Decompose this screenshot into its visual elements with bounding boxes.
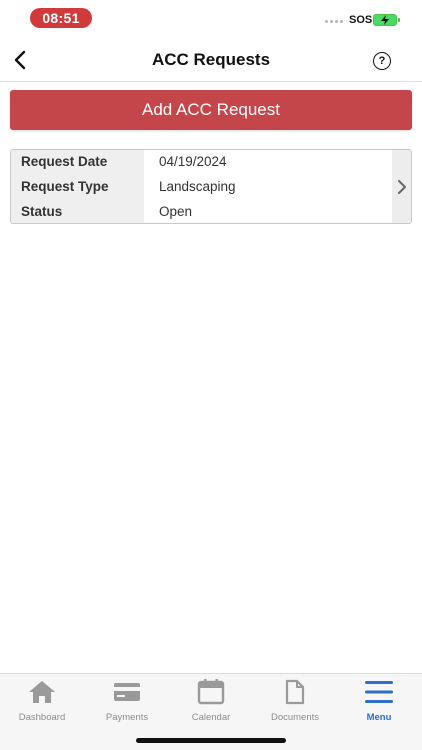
request-date-label: Request Date xyxy=(21,154,108,169)
add-acc-request-button[interactable]: Add ACC Request xyxy=(10,90,412,130)
open-request-chevron[interactable] xyxy=(392,150,411,223)
tab-label: Menu xyxy=(366,712,392,723)
request-date-value: 04/19/2024 xyxy=(159,154,227,169)
tab-payments[interactable]: Payments xyxy=(85,678,169,723)
tab-label: Payments xyxy=(105,712,149,723)
document-icon xyxy=(253,678,337,706)
tab-menu[interactable]: Menu xyxy=(337,678,421,723)
home-indicator[interactable] xyxy=(136,738,286,743)
page-title: ACC Requests xyxy=(151,50,271,69)
menu-icon xyxy=(337,678,421,706)
status-label: Status xyxy=(21,204,63,219)
request-type-label: Request Type xyxy=(21,179,109,194)
help-button[interactable]: ? xyxy=(373,52,391,70)
home-icon xyxy=(0,678,84,706)
tab-dashboard[interactable]: Dashboard xyxy=(0,678,84,723)
tab-documents[interactable]: Documents xyxy=(253,678,337,723)
tab-label: Dashboard xyxy=(18,712,66,723)
battery-charging-icon xyxy=(373,14,400,26)
navigation-bar: ACC Requests ? xyxy=(0,38,422,82)
calendar-icon xyxy=(169,678,253,706)
chevron-right-icon xyxy=(398,180,406,194)
values-column: 04/19/2024 Landscaping Open xyxy=(144,150,392,223)
status-bar: 08:51 SOS xyxy=(0,0,422,38)
request-type-value: Landscaping xyxy=(159,179,236,194)
status-value: Open xyxy=(159,204,193,219)
labels-column: Request Date Request Type Status xyxy=(11,150,144,223)
credit-card-icon xyxy=(85,678,169,706)
tab-label: Calendar xyxy=(191,712,231,723)
tab-calendar[interactable]: Calendar xyxy=(169,678,253,723)
question-circle-icon: ? xyxy=(378,55,386,67)
carrier-text: SOS xyxy=(349,14,373,26)
request-card[interactable]: Request Date Request Type Status 04/19/2… xyxy=(10,149,412,224)
signal-icon xyxy=(325,20,343,23)
status-time: 08:51 xyxy=(30,8,92,28)
tab-label: Documents xyxy=(270,712,320,723)
